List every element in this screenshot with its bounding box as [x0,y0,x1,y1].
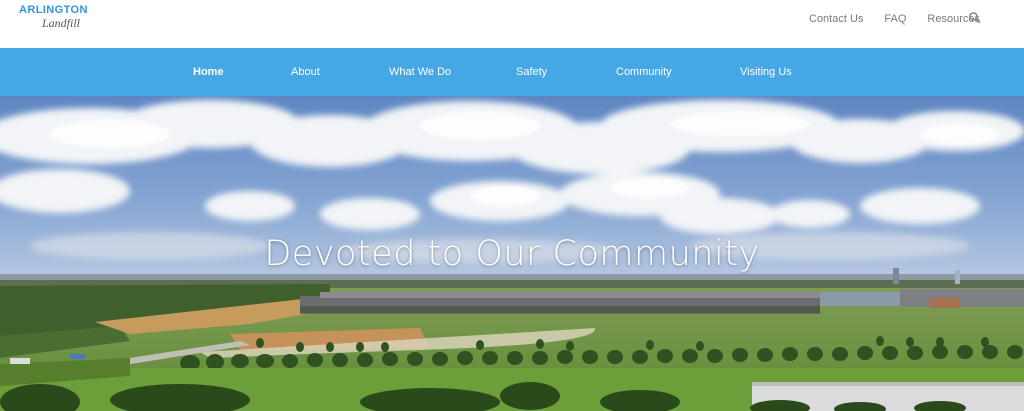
nav-community[interactable]: Community [616,66,672,78]
nav-about[interactable]: About [291,66,320,78]
top-header: ARLINGTON Landfill Contact Us FAQ Resour… [0,0,1024,48]
nav-what-we-do[interactable]: What We Do [389,66,451,78]
logo-wordmark-bottom: Landfill [42,16,81,30]
search-icon[interactable] [968,11,982,25]
main-nav: Home About What We Do Safety Community V… [0,48,1024,96]
nav-visiting-us[interactable]: Visiting Us [740,66,792,78]
hero-banner: Devoted to Our Community [0,96,1024,411]
logo-wordmark-top: ARLINGTON [19,4,88,16]
site-logo[interactable]: ARLINGTON Landfill [19,4,88,30]
nav-safety[interactable]: Safety [516,66,547,78]
faq-link[interactable]: FAQ [884,12,906,26]
utility-nav: Contact Us FAQ Resources [788,12,980,26]
hero-headline: Devoted to Our Community [264,234,760,274]
contact-us-link[interactable]: Contact Us [809,12,863,26]
nav-home[interactable]: Home [193,66,224,78]
